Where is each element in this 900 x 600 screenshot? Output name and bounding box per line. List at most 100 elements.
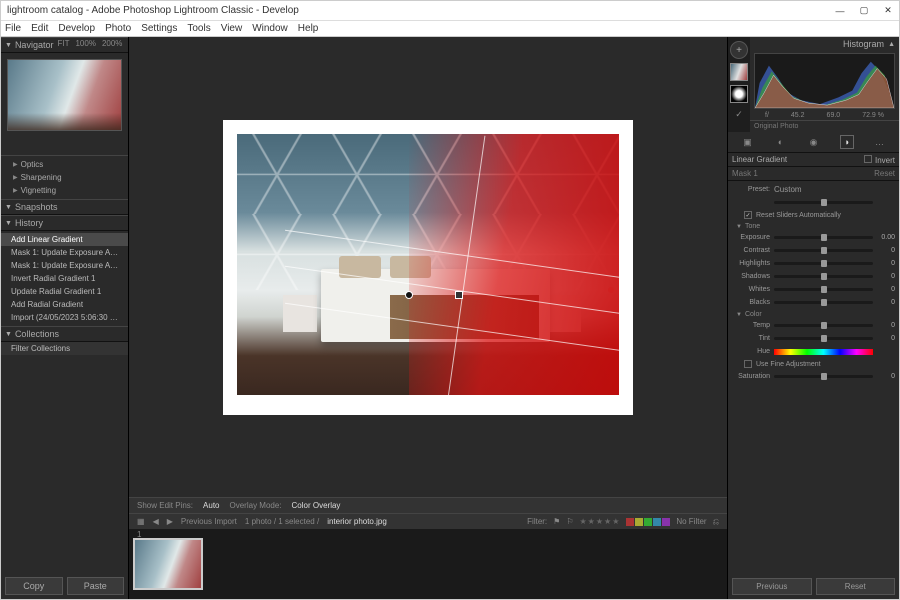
navigator-header[interactable]: ▼ Navigator FIT 100% 200%	[1, 37, 128, 53]
copy-button[interactable]: Copy	[5, 577, 63, 595]
maximize-icon[interactable]: ▢	[859, 6, 869, 16]
panel-sharpening[interactable]: ▶Sharpening	[1, 171, 128, 184]
collections-header[interactable]: ▼Collections	[1, 326, 128, 342]
show-edit-pins-value[interactable]: Auto	[203, 501, 219, 510]
heal-tool-icon[interactable]: ◐	[774, 135, 788, 149]
navigator-thumbnail[interactable]	[7, 59, 122, 131]
left-panel: ▼ Navigator FIT 100% 200% ▶Optics ▶Sharp…	[1, 37, 129, 599]
filename: interior photo.jpg	[327, 517, 387, 526]
invert-label: Invert	[875, 156, 895, 165]
menu-file[interactable]: File	[5, 23, 21, 34]
filmstrip[interactable]: 1	[129, 529, 727, 599]
crop-tool-icon[interactable]: ▣	[741, 135, 755, 149]
photo-preview[interactable]	[223, 120, 633, 415]
menu-settings[interactable]: Settings	[141, 23, 177, 34]
flag-filter-icon[interactable]: ⚑	[553, 517, 560, 526]
color-slider[interactable]	[774, 337, 873, 340]
reset-auto-label: Reset Sliders Automatically	[756, 212, 841, 219]
zoom-200[interactable]: 200%	[102, 39, 122, 51]
menu-edit[interactable]: Edit	[31, 23, 48, 34]
canvas[interactable]	[129, 37, 727, 497]
mask-list: + ✓	[728, 37, 750, 132]
menu-tools[interactable]: Tools	[187, 23, 210, 34]
gradient-pin[interactable]	[455, 291, 463, 299]
tone-slider[interactable]	[774, 288, 873, 291]
tone-slider[interactable]	[774, 262, 873, 265]
amount-slider[interactable]	[774, 201, 873, 204]
tone-slider[interactable]	[774, 301, 873, 304]
filter-label: Filter:	[527, 517, 547, 526]
mask-type-label: Linear Gradient	[732, 155, 787, 164]
right-panel: + ✓ Histogram ▲	[727, 37, 899, 599]
tone-label: Blacks	[732, 299, 770, 306]
masking-tool-icon[interactable]: ◑	[840, 135, 854, 149]
menu-window[interactable]: Window	[252, 23, 288, 34]
paste-button[interactable]: Paste	[67, 577, 125, 595]
gradient-handle[interactable]	[608, 287, 614, 293]
source-label[interactable]: Previous Import	[181, 517, 237, 526]
hue-slider[interactable]	[774, 349, 873, 355]
history-item[interactable]: Mask 1: Update Exposure Adjustment	[1, 246, 128, 259]
minimize-icon[interactable]: —	[835, 6, 845, 16]
mask-visible-icon[interactable]: ✓	[735, 109, 743, 120]
reset-auto-checkbox[interactable]: ✓	[744, 211, 752, 219]
show-edit-pins-label: Show Edit Pins:	[137, 501, 193, 510]
panel-optics[interactable]: ▶Optics	[1, 158, 128, 171]
color-section[interactable]: Color	[745, 311, 762, 318]
tone-slider[interactable]	[774, 236, 873, 239]
collapse-icon[interactable]: ▲	[888, 41, 895, 48]
more-icon[interactable]: …	[873, 135, 887, 149]
mask-thumb[interactable]	[730, 85, 748, 103]
histogram[interactable]	[754, 53, 895, 109]
reset-button[interactable]: Reset	[816, 578, 896, 595]
filmstrip-thumb[interactable]: 1	[133, 538, 203, 590]
history-item[interactable]: Import (24/05/2023 5:06:30 PM)	[1, 311, 128, 324]
history-item[interactable]: Invert Radial Gradient 1	[1, 272, 128, 285]
original-photo-label: Original Photo	[750, 120, 899, 132]
no-filter[interactable]: No Filter	[676, 517, 706, 526]
grid-icon[interactable]: ▦	[137, 517, 145, 526]
history-item[interactable]: Add Radial Gradient	[1, 298, 128, 311]
history-item[interactable]: Mask 1: Update Exposure Adjustment	[1, 259, 128, 272]
fine-adj-checkbox[interactable]	[744, 360, 752, 368]
tool-strip: ▣ ◐ ◉ ◑ …	[728, 132, 899, 153]
filter-lock-icon[interactable]: ⎌	[713, 517, 719, 527]
mask-thumb[interactable]	[730, 63, 748, 81]
photo-count: 1 photo / 1 selected /	[245, 517, 319, 526]
history-item[interactable]: Add Linear Gradient	[1, 233, 128, 246]
filter-collections[interactable]: Filter Collections	[1, 342, 128, 355]
tone-slider[interactable]	[774, 249, 873, 252]
tone-section[interactable]: Tone	[745, 223, 760, 230]
nav-next-icon[interactable]: ▶	[167, 517, 173, 526]
history-item[interactable]: Update Radial Gradient 1	[1, 285, 128, 298]
color-label-filter[interactable]	[626, 518, 670, 526]
add-mask-icon[interactable]: +	[730, 41, 748, 59]
history-header[interactable]: ▼History	[1, 215, 128, 231]
close-icon[interactable]: ✕	[883, 6, 893, 16]
menu-view[interactable]: View	[221, 23, 243, 34]
menu-develop[interactable]: Develop	[58, 23, 95, 34]
tone-slider[interactable]	[774, 275, 873, 278]
color-label: Tint	[732, 335, 770, 342]
rating-filter[interactable]: ★★★★★	[580, 517, 621, 526]
color-slider[interactable]	[774, 324, 873, 327]
mask-name[interactable]: Mask 1	[732, 169, 758, 178]
saturation-slider[interactable]	[774, 375, 873, 378]
menu-photo[interactable]: Photo	[105, 23, 131, 34]
overlay-mode-value[interactable]: Color Overlay	[292, 501, 341, 510]
window-title: lightroom catalog - Adobe Photoshop Ligh…	[7, 5, 835, 16]
menu-help[interactable]: Help	[298, 23, 319, 34]
thumb-index: 1	[137, 530, 141, 539]
history-list: Add Linear Gradient Mask 1: Update Expos…	[1, 231, 128, 326]
invert-checkbox[interactable]	[864, 155, 872, 163]
flag-filter-icon[interactable]: ⚐	[566, 517, 573, 526]
mask-reset[interactable]: Reset	[874, 169, 895, 178]
zoom-fit[interactable]: FIT	[57, 39, 69, 51]
panel-vignetting[interactable]: ▶Vignetting	[1, 184, 128, 197]
nav-prev-icon[interactable]: ◀	[153, 517, 159, 526]
zoom-100[interactable]: 100%	[75, 39, 95, 51]
redeye-tool-icon[interactable]: ◉	[807, 135, 821, 149]
preset-value[interactable]: Custom	[774, 185, 895, 194]
previous-button[interactable]: Previous	[732, 578, 812, 595]
snapshots-header[interactable]: ▼Snapshots	[1, 199, 128, 215]
